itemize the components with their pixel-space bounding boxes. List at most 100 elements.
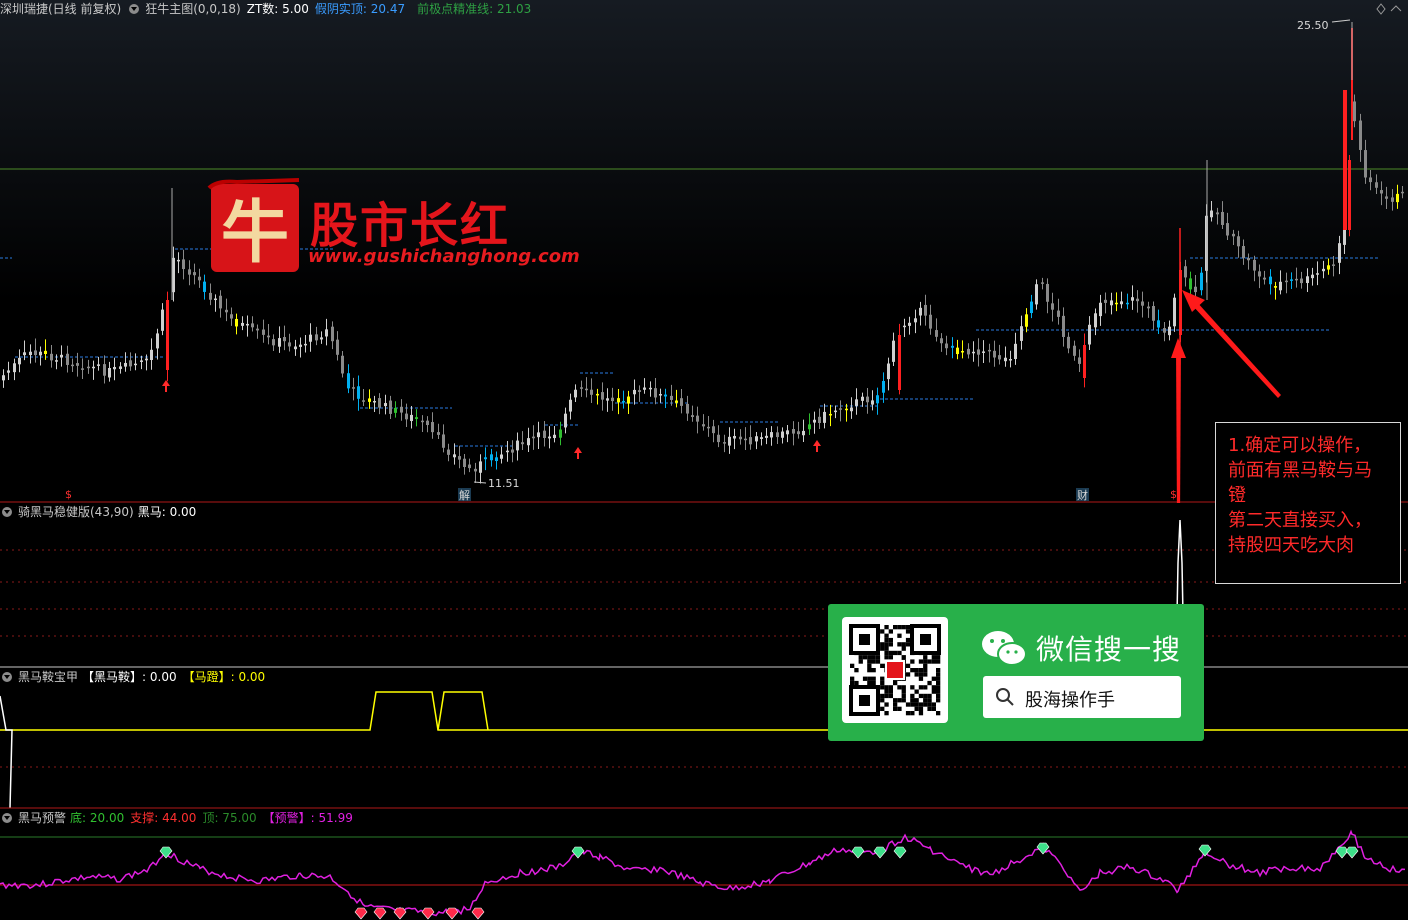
candle [230,314,233,319]
candle [1311,274,1314,279]
candle [1168,326,1171,336]
qr-module [867,676,872,681]
qr-module [867,668,872,673]
qr-module [927,680,932,686]
wechat-search-box[interactable]: 股海操作手 [983,676,1181,718]
candle [161,309,164,331]
candle [776,432,779,438]
event-marker[interactable]: 解 [459,488,470,502]
qr-module [923,693,928,699]
event-marker[interactable]: $ [1170,488,1177,501]
brand-url[interactable]: www.gushichanghong.com [308,246,580,267]
qr-module [931,655,936,660]
candle [1184,266,1187,278]
qr-code[interactable] [842,617,948,723]
main-chart-panel[interactable]: 深圳瑞捷(日线 前复权) 狂牛主图(0,0,18) ZT数: 5.00 假阴实顶: 2… [0,0,1408,503]
candle [357,386,360,399]
candle [76,363,79,366]
candle [256,328,259,331]
dashed-levels [0,248,1380,447]
event-marker[interactable]: $ [65,488,72,501]
candle [44,350,47,354]
candle [1343,90,1347,230]
candle [845,408,848,411]
candle [823,411,826,423]
qr-module [862,655,868,660]
candle [468,464,471,469]
candle [1131,297,1134,301]
search-icon [996,688,1014,706]
candle [972,351,975,354]
red-gem-icon [354,907,368,920]
candle [23,352,26,356]
candle [1391,197,1394,202]
candle [325,329,328,337]
candle [951,345,954,348]
candle [1385,196,1388,199]
candle [378,398,381,408]
candle [914,318,917,323]
candle [1099,302,1102,317]
annotation-line: 前面有黑马鞍与马 [1228,460,1372,481]
stirrup-line [437,691,489,731]
candle [733,435,736,439]
candle [781,431,784,438]
candle [1020,326,1023,341]
annotation-arrow-diagonal [1192,301,1281,398]
qr-module [936,689,941,694]
event-marker[interactable]: 财 [1077,488,1088,502]
candle [193,272,196,276]
candle [1306,276,1309,284]
qr-module [884,633,889,638]
qr-module [901,689,906,694]
qr-module [923,698,928,703]
candle [876,395,879,404]
warning-panel[interactable]: 黑马预警 底: 20.00 支撑: 44.00 顶: 75.00 【预警】: 51.99 [0,809,1408,920]
candle [1396,193,1399,203]
wechat-card[interactable]: 微信搜一搜 股海操作手 [828,604,1204,741]
candle [802,430,805,436]
qr-module [880,642,885,647]
candle [511,449,514,453]
candle [1369,177,1372,183]
candle [283,337,286,342]
qr-module [884,625,889,630]
candle [1078,357,1081,364]
qr-module [867,663,872,668]
candle [1232,233,1235,237]
candle [1316,273,1319,275]
panel4-chart[interactable] [0,809,1408,920]
qr-module [936,693,941,699]
candle [315,334,318,341]
wechat-search-text: 股海操作手 [1025,690,1115,711]
candle [675,400,678,403]
candle [839,408,842,410]
qr-module [888,637,893,643]
qr-module [918,706,924,711]
candle [765,435,768,438]
qr-module [936,655,941,660]
candle [198,276,201,281]
qr-module [850,676,855,681]
candle [553,434,556,439]
candle [1062,315,1065,337]
candle [1216,212,1219,215]
qr-module [897,685,902,690]
qr-module [910,698,915,703]
candle [818,416,821,423]
candle [1173,297,1176,327]
candle [394,407,397,413]
qr-module [901,625,906,630]
candle [50,353,53,361]
qr-module [914,668,919,673]
candle [262,329,265,335]
green-gem-icon [851,846,865,859]
candle [87,366,90,369]
logo-char: 牛 [221,194,289,273]
candle [1094,313,1097,328]
candle [590,389,593,395]
candle [140,360,143,362]
qr-module [901,693,906,699]
candle [617,398,620,403]
qr-module [905,642,911,647]
